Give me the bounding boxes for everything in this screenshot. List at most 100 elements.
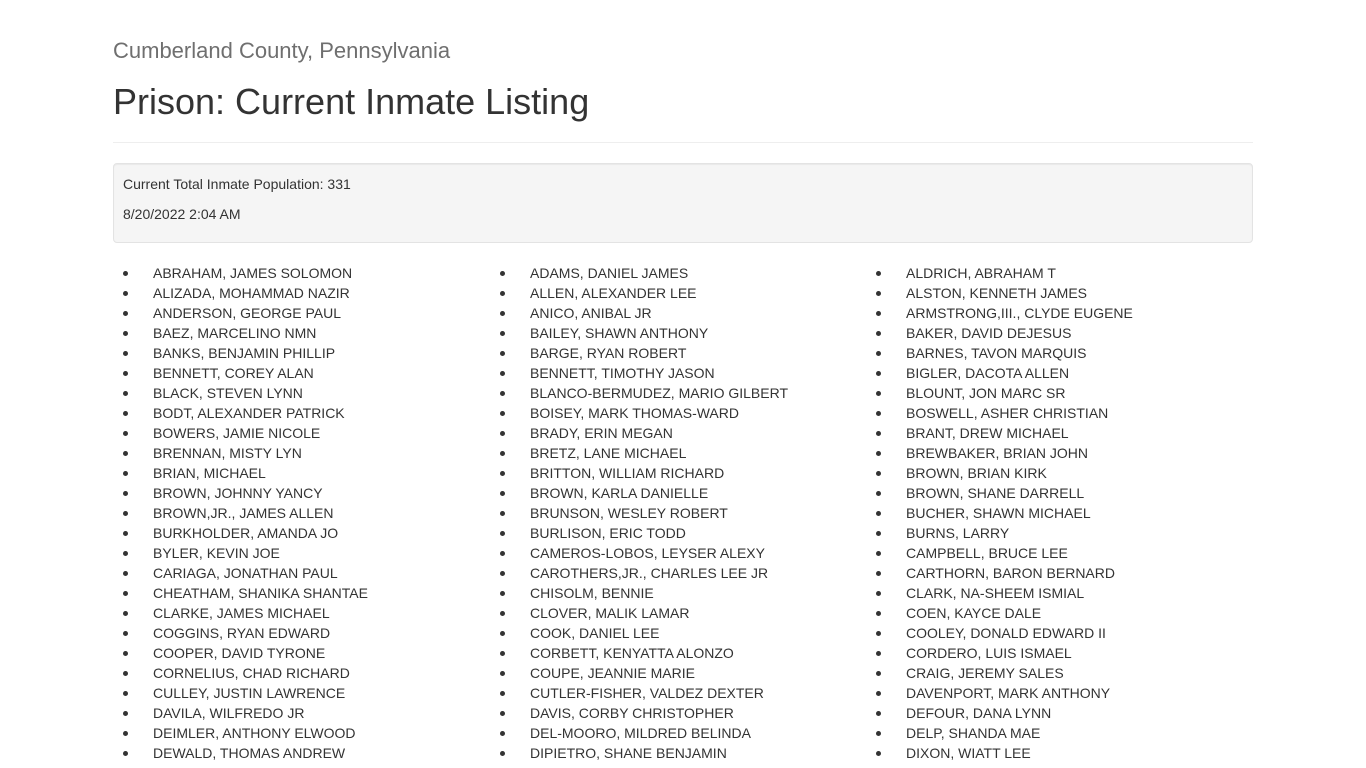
population-count: Current Total Inmate Population: 331 xyxy=(123,176,351,192)
bullet-icon xyxy=(500,271,505,276)
bullet-icon xyxy=(500,651,505,656)
inmate-list-item: COOK, DANIEL LEE xyxy=(490,623,788,643)
bullet-icon xyxy=(876,491,881,496)
inmate-name: COEN, KAYCE DALE xyxy=(906,605,1042,621)
inmate-name: CORDERO, LUIS ISMAEL xyxy=(906,645,1072,661)
inmate-name: BREWBAKER, BRIAN JOHN xyxy=(906,445,1089,461)
inmate-list-item: DEIMLER, ANTHONY ELWOOD xyxy=(113,723,368,743)
bullet-icon xyxy=(876,431,881,436)
inmate-list-item: DEFOUR, DANA LYNN xyxy=(866,703,1133,723)
inmate-name: ALIZADA, MOHAMMAD NAZIR xyxy=(153,285,350,301)
bullet-icon xyxy=(123,311,128,316)
inmate-name: CARIAGA, JONATHAN PAUL xyxy=(153,565,338,581)
inmate-name: CHISOLM, BENNIE xyxy=(530,585,654,601)
inmate-list-item: BRETZ, LANE MICHAEL xyxy=(490,443,788,463)
inmate-list-item: BRADY, ERIN MEGAN xyxy=(490,423,788,443)
inmate-name: COOPER, DAVID TYRONE xyxy=(153,645,326,661)
bullet-icon xyxy=(500,331,505,336)
inmate-list-item: BYLER, KEVIN JOE xyxy=(113,543,368,563)
bullet-icon xyxy=(500,371,505,376)
inmate-name: BARGE, RYAN ROBERT xyxy=(530,345,687,361)
inmate-list-item: COOLEY, DONALD EDWARD II xyxy=(866,623,1133,643)
inmate-name: BYLER, KEVIN JOE xyxy=(153,545,280,561)
inmate-name: BOISEY, MARK THOMAS-WARD xyxy=(530,405,739,421)
inmate-name: BUCHER, SHAWN MICHAEL xyxy=(906,505,1091,521)
bullet-icon xyxy=(123,291,128,296)
inmate-list-item: CORNELIUS, CHAD RICHARD xyxy=(113,663,368,683)
inmate-list-item: DELP, SHANDA MAE xyxy=(866,723,1133,743)
inmate-list-item: CORDERO, LUIS ISMAEL xyxy=(866,643,1133,663)
summary-panel: Current Total Inmate Population: 331 8/2… xyxy=(113,163,1253,243)
inmate-list-item: DEL-MOORO, MILDRED BELINDA xyxy=(490,723,788,743)
inmate-name: BROWN, SHANE DARRELL xyxy=(906,485,1085,501)
bullet-icon xyxy=(500,351,505,356)
inmate-name: CLARKE, JAMES MICHAEL xyxy=(153,605,330,621)
bullet-icon xyxy=(123,691,128,696)
bullet-icon xyxy=(123,431,128,436)
bullet-icon xyxy=(123,571,128,576)
bullet-icon xyxy=(123,671,128,676)
inmate-list-item: BENNETT, TIMOTHY JASON xyxy=(490,363,788,383)
inmate-list-item: BROWN, JOHNNY YANCY xyxy=(113,483,368,503)
bullet-icon xyxy=(876,351,881,356)
inmate-list-item: BANKS, BENJAMIN PHILLIP xyxy=(113,343,368,363)
inmate-name: COUPE, JEANNIE MARIE xyxy=(530,665,695,681)
inmate-name: BOWERS, JAMIE NICOLE xyxy=(153,425,321,441)
inmate-name: COGGINS, RYAN EDWARD xyxy=(153,625,331,641)
bullet-icon xyxy=(500,611,505,616)
inmate-name: ALSTON, KENNETH JAMES xyxy=(906,285,1088,301)
inmate-list-item: BROWN, SHANE DARRELL xyxy=(866,483,1133,503)
inmate-list-item: DAVENPORT, MARK ANTHONY xyxy=(866,683,1133,703)
bullet-icon xyxy=(876,691,881,696)
inmate-list-item: DAVILA, WILFREDO JR xyxy=(113,703,368,723)
inmate-name: BLANCO-BERMUDEZ, MARIO GILBERT xyxy=(530,385,789,401)
inmate-name: BRENNAN, MISTY LYN xyxy=(153,445,302,461)
bullet-icon xyxy=(500,491,505,496)
inmate-list-item: DIXON, WIATT LEE xyxy=(866,743,1133,763)
inmate-name: BAILEY, SHAWN ANTHONY xyxy=(530,325,709,341)
bullet-icon xyxy=(123,651,128,656)
inmate-name: BURKHOLDER, AMANDA JO xyxy=(153,525,339,541)
inmate-list-item: CUTLER-FISHER, VALDEZ DEXTER xyxy=(490,683,788,703)
inmate-list-item: BROWN,JR., JAMES ALLEN xyxy=(113,503,368,523)
bullet-icon xyxy=(123,731,128,736)
bullet-icon xyxy=(876,331,881,336)
bullet-icon xyxy=(123,471,128,476)
inmate-name: CAMEROS-LOBOS, LEYSER ALEXY xyxy=(530,545,765,561)
bullet-icon xyxy=(876,311,881,316)
inmate-list-item: BROWN, BRIAN KIRK xyxy=(866,463,1133,483)
inmate-list-item: CAMEROS-LOBOS, LEYSER ALEXY xyxy=(490,543,788,563)
inmate-list-item: CHEATHAM, SHANIKA SHANTAE xyxy=(113,583,368,603)
inmate-name: DELP, SHANDA MAE xyxy=(906,725,1041,741)
inmate-list-column-1: ABRAHAM, JAMES SOLOMON ALIZADA, MOHAMMAD … xyxy=(113,263,368,763)
bullet-icon xyxy=(876,631,881,636)
inmate-name: CLARK, NA-SHEEM ISMIAL xyxy=(906,585,1085,601)
bullet-icon xyxy=(123,491,128,496)
bullet-icon xyxy=(123,551,128,556)
inmate-list-item: BURNS, LARRY xyxy=(866,523,1133,543)
inmate-list-item: BROWN, KARLA DANIELLE xyxy=(490,483,788,503)
bullet-icon xyxy=(876,711,881,716)
inmate-list-item: CARTHORN, BARON BERNARD xyxy=(866,563,1133,583)
bullet-icon xyxy=(123,611,128,616)
inmate-name: BRADY, ERIN MEGAN xyxy=(530,425,673,441)
inmate-list-item: BENNETT, COREY ALAN xyxy=(113,363,368,383)
inmate-list-item: BAEZ, MARCELINO NMN xyxy=(113,323,368,343)
bullet-icon xyxy=(123,331,128,336)
inmate-list-item: COUPE, JEANNIE MARIE xyxy=(490,663,788,683)
inmate-list-item: BARNES, TAVON MARQUIS xyxy=(866,343,1133,363)
bullet-icon xyxy=(876,571,881,576)
inmate-name: BLOUNT, JON MARC SR xyxy=(906,385,1066,401)
inmate-list-item: BODT, ALEXANDER PATRICK xyxy=(113,403,368,423)
bullet-icon xyxy=(876,731,881,736)
bullet-icon xyxy=(123,751,128,756)
inmate-name: ANICO, ANIBAL JR xyxy=(530,305,652,321)
inmate-name: BROWN, JOHNNY YANCY xyxy=(153,485,323,501)
bullet-icon xyxy=(500,311,505,316)
inmate-list-item: CLARK, NA-SHEEM ISMIAL xyxy=(866,583,1133,603)
inmate-list-item: CAROTHERS,JR., CHARLES LEE JR xyxy=(490,563,788,583)
inmate-list-item: BOWERS, JAMIE NICOLE xyxy=(113,423,368,443)
bullet-icon xyxy=(500,711,505,716)
inmate-list-item: BRITTON, WILLIAM RICHARD xyxy=(490,463,788,483)
inmate-list-item: BLOUNT, JON MARC SR xyxy=(866,383,1133,403)
